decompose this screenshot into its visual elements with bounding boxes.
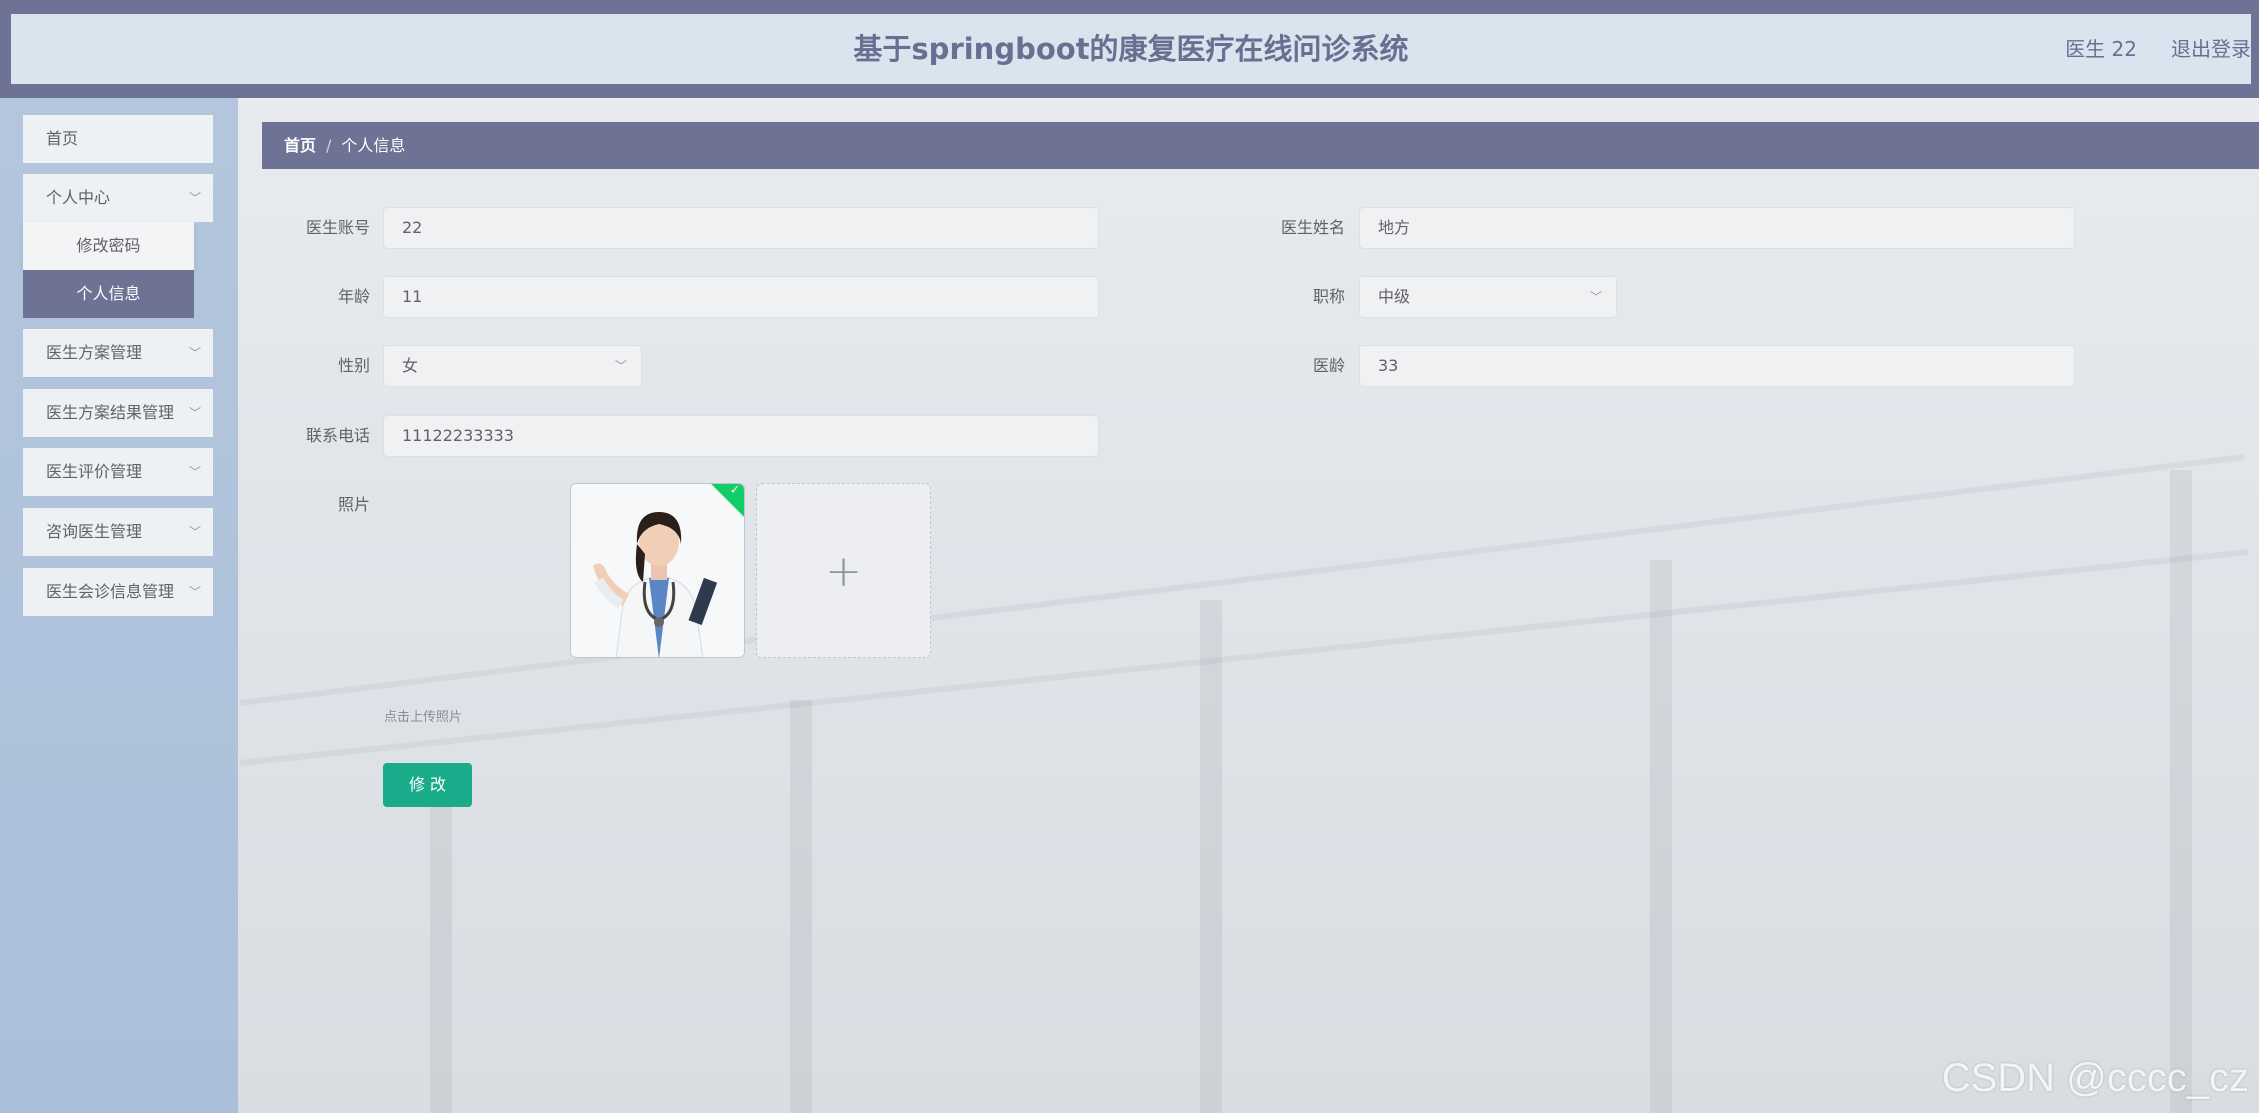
sidebar-item-label: 首页	[46, 129, 79, 148]
seniority-field[interactable]: 33	[1359, 345, 2075, 387]
sidebar-subitem-change-password[interactable]: 修改密码	[23, 222, 194, 270]
app-title: 基于springboot的康复医疗在线问诊系统	[853, 32, 1409, 66]
age-field[interactable]: 11	[383, 276, 1099, 318]
gender-label: 性别	[337, 356, 370, 375]
sidebar-item-label: 医生方案管理	[46, 343, 143, 362]
sidebar-item-label: 医生会诊信息管理	[46, 582, 175, 601]
gender-select[interactable]: 女 ﹀	[383, 345, 642, 387]
header: 基于springboot的康复医疗在线问诊系统 医生 22 退出登录	[11, 14, 2251, 84]
chevron-down-icon: ﹀	[188, 406, 201, 420]
breadcrumb-separator: /	[326, 136, 332, 155]
gender-select-value: 女	[402, 356, 419, 375]
breadcrumb-home[interactable]: 首页	[284, 136, 316, 155]
chevron-down-icon: ﹀	[188, 465, 201, 479]
sidebar-item-label: 个人中心	[46, 188, 111, 207]
photo-label: 照片	[337, 495, 370, 514]
doctor-photo[interactable]: ✓	[570, 483, 745, 658]
sidebar-subitem-label: 修改密码	[76, 236, 141, 255]
phone-label: 联系电话	[305, 426, 370, 445]
sidebar-item-consultation-info[interactable]: 医生会诊信息管理 ﹀	[23, 568, 213, 616]
seniority-label: 医龄	[1312, 356, 1345, 375]
name-label: 医生姓名	[1280, 218, 1345, 237]
title-select[interactable]: 中级 ﹀	[1359, 276, 1617, 318]
sidebar-item-home[interactable]: 首页	[23, 115, 213, 163]
upload-hint: 点击上传照片	[384, 710, 463, 725]
photo-upload-button[interactable]: +	[756, 483, 931, 658]
name-field[interactable]: 地方	[1359, 207, 2075, 249]
chevron-down-icon: ﹀	[614, 359, 627, 373]
check-icon: ✓	[729, 483, 740, 497]
logout-link[interactable]: 退出登录	[2171, 14, 2251, 84]
plus-icon: +	[825, 546, 862, 597]
sidebar-item-label: 医生评价管理	[46, 462, 143, 481]
sidebar-subitem-personal-info[interactable]: 个人信息	[23, 270, 194, 318]
breadcrumb: 首页 / 个人信息	[262, 122, 2259, 169]
sidebar-item-doctor-plan[interactable]: 医生方案管理 ﹀	[23, 329, 213, 377]
phone-field[interactable]: 11122233333	[383, 415, 1099, 457]
chevron-down-icon: ﹀	[188, 346, 201, 360]
sidebar-item-doctor-review[interactable]: 医生评价管理 ﹀	[23, 448, 213, 496]
age-label: 年龄	[337, 287, 370, 306]
title-select-value: 中级	[1378, 287, 1411, 306]
doctor-photo-image	[571, 484, 744, 657]
chevron-down-icon: ﹀	[188, 525, 201, 539]
account-field[interactable]: 22	[383, 207, 1099, 249]
chevron-down-icon: ﹀	[188, 585, 201, 599]
sidebar-item-consult-doctor[interactable]: 咨询医生管理 ﹀	[23, 508, 213, 556]
title-label: 职称	[1312, 287, 1345, 306]
current-user: 医生 22	[2065, 37, 2137, 61]
sidebar-item-personal-center[interactable]: 个人中心 ﹀	[23, 174, 213, 222]
chevron-down-icon: ﹀	[1589, 290, 1602, 304]
submit-button[interactable]: 修 改	[383, 763, 472, 807]
watermark: CSDN @cccc_cz	[1941, 1056, 2249, 1100]
sidebar-item-label: 咨询医生管理	[46, 522, 143, 541]
breadcrumb-current: 个人信息	[341, 136, 406, 155]
account-label: 医生账号	[305, 218, 370, 237]
sidebar-subitem-label: 个人信息	[76, 284, 141, 303]
sidebar-item-label: 医生方案结果管理	[46, 403, 175, 422]
sidebar-item-doctor-plan-result[interactable]: 医生方案结果管理 ﹀	[23, 389, 213, 437]
chevron-down-icon: ﹀	[188, 191, 201, 205]
